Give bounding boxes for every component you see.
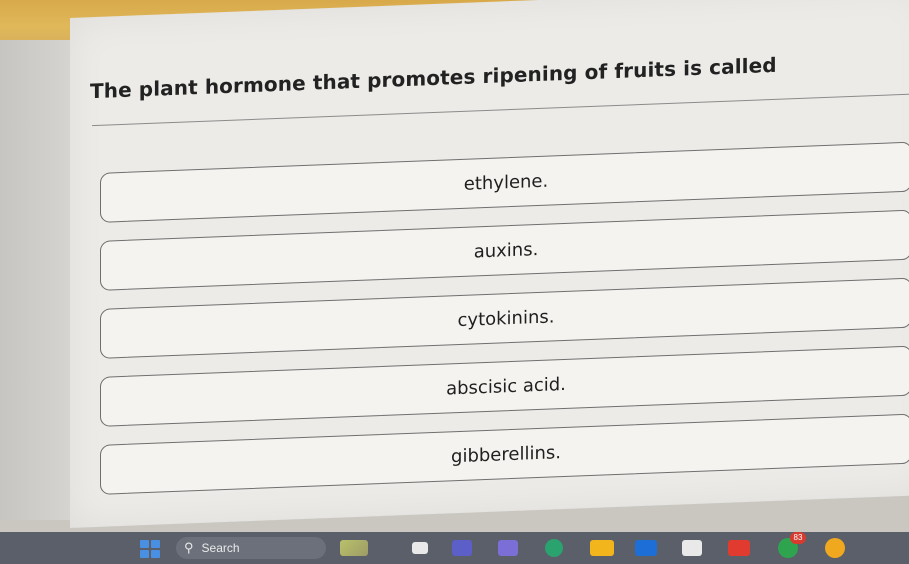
background-wall-left: [0, 40, 80, 520]
windows-start-icon[interactable]: [140, 540, 160, 558]
answer-option-auxins[interactable]: auxins.: [100, 209, 909, 291]
answer-option-cytokinins[interactable]: cytokinins.: [100, 277, 909, 359]
taskbar-search-box[interactable]: ⚲ Search: [176, 537, 326, 559]
answer-option-label: gibberellins.: [451, 441, 561, 467]
edge-icon[interactable]: [545, 539, 563, 557]
answer-option-ethylene[interactable]: ethylene.: [100, 141, 909, 223]
quiz-card: The plant hormone that promotes ripening…: [70, 0, 909, 528]
search-icon: ⚲: [184, 540, 194, 555]
taskbar: ⚲ Search 83: [0, 532, 909, 564]
answer-option-label: abscisic acid.: [446, 373, 566, 400]
answer-option-label: cytokinins.: [457, 305, 555, 331]
answer-option-gibberellins[interactable]: gibberellins.: [100, 413, 909, 495]
app-icon[interactable]: [682, 540, 702, 556]
chrome-icon[interactable]: [825, 538, 845, 558]
outlook-icon[interactable]: [635, 540, 657, 556]
answer-option-abscisic-acid[interactable]: abscisic acid.: [100, 345, 909, 427]
app-icon[interactable]: [412, 542, 428, 554]
answer-option-label: auxins.: [473, 238, 539, 262]
search-label: Search: [201, 541, 240, 555]
youtube-icon[interactable]: [728, 540, 750, 556]
question-text: The plant hormone that promotes ripening…: [90, 52, 777, 104]
teams-icon[interactable]: [452, 540, 472, 556]
widgets-icon[interactable]: [340, 540, 368, 556]
answer-option-label: ethylene.: [463, 170, 549, 195]
notification-badge: 83: [790, 532, 806, 544]
app-icon[interactable]: [498, 540, 518, 556]
file-explorer-icon[interactable]: [590, 540, 614, 556]
